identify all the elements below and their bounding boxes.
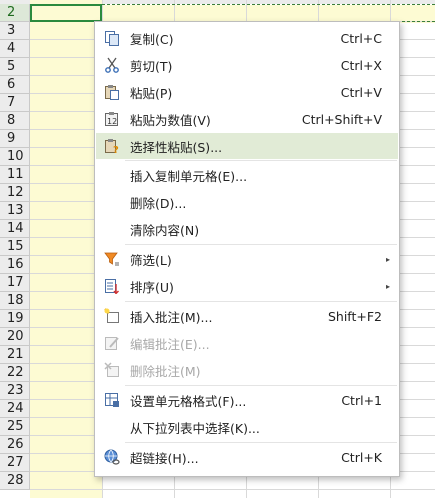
row-header[interactable]: 9: [0, 130, 30, 148]
row-header[interactable]: 8: [0, 112, 30, 130]
menu-separator: [125, 160, 397, 161]
row-header[interactable]: 27: [0, 454, 30, 472]
menu-item-label: 清除内容(N): [130, 222, 200, 238]
row-header[interactable]: 23: [0, 382, 30, 400]
menu-item-edit-comment[interactable]: 编辑批注(E)...: [96, 330, 398, 356]
row-header[interactable]: 5: [0, 58, 30, 76]
row-header[interactable]: 25: [0, 418, 30, 436]
menu-item-label: 粘贴(P): [130, 85, 173, 101]
row-header[interactable]: 21: [0, 346, 30, 364]
menu-item-shortcut: Shift+F2: [327, 308, 382, 324]
menu-item-shortcut: Ctrl+1: [341, 392, 382, 408]
submenu-arrow-icon: ▸: [385, 281, 390, 291]
row-header[interactable]: 6: [0, 76, 30, 94]
row-header[interactable]: 3: [0, 22, 30, 40]
menu-item-delete[interactable]: 删除(D)...: [96, 189, 398, 215]
row-header[interactable]: 13: [0, 202, 30, 220]
svg-text:12: 12: [107, 117, 117, 126]
menu-item-clear-contents[interactable]: 清除内容(N): [96, 216, 398, 242]
menu-item-paste[interactable]: 粘贴(P) Ctrl+V: [96, 79, 398, 105]
menu-item-delete-comment[interactable]: 删除批注(M): [96, 357, 398, 383]
paste-values-icon: 12: [105, 112, 118, 126]
menu-item-label: 从下拉列表中选择(K)...: [130, 420, 260, 436]
menu-item-paste-special[interactable]: ? 选择性粘贴(S)...: [96, 133, 398, 159]
menu-separator: [125, 385, 397, 386]
paste-icon: [105, 85, 119, 100]
row-header[interactable]: 15: [0, 238, 30, 256]
scissors-icon: [105, 57, 119, 73]
menu-separator: [125, 244, 397, 245]
menu-item-label: 选择性粘贴(S)...: [130, 139, 223, 155]
row-header[interactable]: 26: [0, 436, 30, 454]
row-header[interactable]: 10: [0, 148, 30, 166]
svg-text:?: ?: [113, 145, 119, 154]
menu-item-shortcut: Ctrl+K: [341, 449, 382, 465]
active-cell[interactable]: [30, 4, 102, 22]
menu-item-insert-copied-cells[interactable]: 插入复制单元格(E)...: [96, 162, 398, 188]
menu-item-shortcut: Ctrl+C: [340, 30, 382, 46]
hyperlink-icon: [104, 449, 120, 465]
menu-separator: [125, 442, 397, 443]
menu-item-label: 插入批注(M)...: [130, 309, 213, 325]
row-header[interactable]: 12: [0, 184, 30, 202]
delete-comment-icon: [104, 362, 119, 377]
copy-marquee: [102, 4, 435, 22]
menu-item-hyperlink[interactable]: 超链接(H)... Ctrl+K: [96, 444, 398, 470]
menu-item-label: 超链接(H)...: [130, 450, 199, 466]
row-header[interactable]: 14: [0, 220, 30, 238]
sort-icon: [105, 279, 119, 294]
paste-special-icon: ?: [105, 139, 119, 154]
row-header[interactable]: 7: [0, 94, 30, 112]
row-header[interactable]: 18: [0, 292, 30, 310]
menu-item-cut[interactable]: 剪切(T) Ctrl+X: [96, 52, 398, 78]
menu-item-label: 设置单元格格式(F)...: [130, 393, 247, 409]
row-header[interactable]: 16: [0, 256, 30, 274]
menu-item-label: 剪切(T): [130, 58, 173, 74]
insert-comment-icon: [104, 308, 119, 323]
row-header[interactable]: 22: [0, 364, 30, 382]
menu-item-label: 复制(C): [130, 31, 174, 47]
submenu-arrow-icon: ▸: [385, 254, 390, 264]
menu-item-label: 编辑批注(E)...: [130, 336, 210, 352]
menu-item-label: 删除(D)...: [130, 195, 187, 211]
menu-item-shortcut: Ctrl+V: [340, 84, 382, 100]
menu-item-label: 删除批注(M): [130, 363, 201, 379]
row-header[interactable]: 2: [0, 4, 30, 22]
menu-item-sort[interactable]: 排序(U) ▸: [96, 273, 398, 299]
edit-comment-icon: [105, 337, 119, 350]
menu-item-format-cells[interactable]: 设置单元格格式(F)... Ctrl+1: [96, 387, 398, 413]
row-header[interactable]: 19: [0, 310, 30, 328]
menu-item-insert-comment[interactable]: 插入批注(M)... Shift+F2: [96, 303, 398, 329]
row-header[interactable]: 4: [0, 40, 30, 58]
menu-item-pick-from-dropdown[interactable]: 从下拉列表中选择(K)...: [96, 414, 398, 440]
menu-separator: [125, 301, 397, 302]
row-header[interactable]: 24: [0, 400, 30, 418]
menu-item-label: 插入复制单元格(E)...: [130, 168, 248, 184]
menu-item-copy[interactable]: 复制(C) Ctrl+C: [96, 25, 398, 51]
row-header[interactable]: 28: [0, 472, 30, 490]
row-header[interactable]: 11: [0, 166, 30, 184]
menu-item-label: 排序(U): [130, 279, 174, 295]
menu-item-shortcut: Ctrl+Shift+V: [301, 111, 382, 127]
context-menu: 复制(C) Ctrl+C 剪切(T) Ctrl+X 粘贴(P) Ctrl+V 1…: [94, 21, 400, 477]
menu-item-paste-values[interactable]: 12 粘贴为数值(V) Ctrl+Shift+V: [96, 106, 398, 132]
menu-item-filter[interactable]: 筛选(L) ▸: [96, 246, 398, 272]
menu-item-label: 粘贴为数值(V): [130, 112, 211, 128]
row-header[interactable]: 17: [0, 274, 30, 292]
format-cells-icon: [105, 393, 119, 407]
filter-icon: [104, 252, 119, 266]
copy-icon: [105, 31, 119, 46]
menu-item-label: 筛选(L): [130, 252, 172, 268]
row-header[interactable]: 20: [0, 328, 30, 346]
menu-item-shortcut: Ctrl+X: [340, 57, 382, 73]
